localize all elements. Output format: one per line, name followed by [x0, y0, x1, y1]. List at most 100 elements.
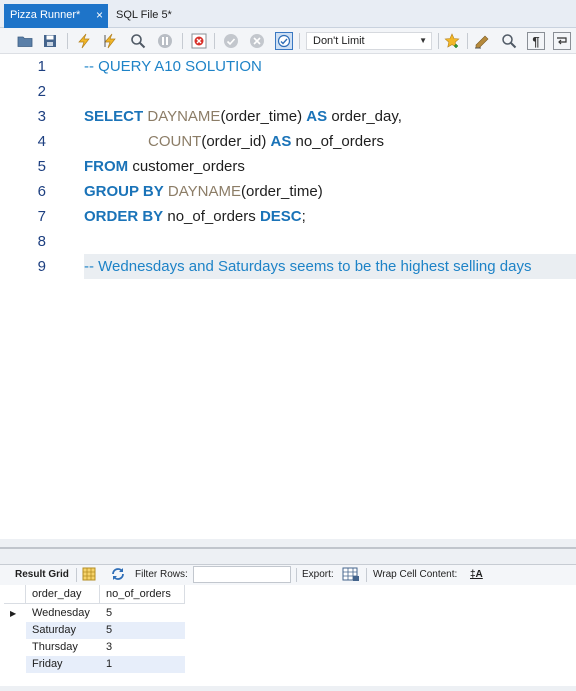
sql-comment: -- Wednesdays and Saturdays seems to be … — [84, 258, 532, 275]
rollback-icon[interactable] — [248, 32, 266, 50]
cell-order-day[interactable]: Friday — [32, 656, 63, 673]
sql-text: order_day, — [331, 108, 402, 125]
toggle-error-icon[interactable] — [190, 32, 208, 50]
line-number: 6 — [37, 183, 46, 200]
limit-value: Don't Limit — [313, 35, 365, 47]
wrap-cell-label: Wrap Cell Content: — [373, 569, 458, 580]
filter-rows-label: Filter Rows: — [135, 569, 188, 580]
cell-no-of-orders[interactable]: 3 — [106, 639, 112, 656]
table-row[interactable]: Wednesday 5 — [26, 605, 185, 622]
cell-no-of-orders[interactable]: 5 — [106, 622, 112, 639]
sql-text: (order_time) — [241, 183, 323, 200]
toolbar-separator — [296, 568, 297, 582]
editor-tab-bar: Pizza Runner* × SQL File 5* — [0, 0, 576, 28]
cell-order-day[interactable]: Thursday — [32, 639, 78, 656]
close-icon[interactable]: × — [96, 4, 103, 26]
column-header-order-day[interactable]: order_day — [26, 585, 100, 604]
code-line-6: GROUP BY DAYNAME(order_time) — [84, 183, 323, 200]
filter-rows-input[interactable] — [193, 566, 291, 583]
row-header-corner — [4, 585, 26, 604]
line-number: 8 — [37, 233, 46, 250]
grid-view-icon[interactable] — [82, 567, 96, 586]
line-number: 7 — [37, 208, 46, 225]
result-toolbar: Result Grid Filter Rows: Export: Wrap Ce… — [0, 565, 576, 585]
result-grid[interactable]: order_day no_of_orders Wednesday 5 ▶ Sat… — [4, 585, 576, 691]
execute-current-icon[interactable] — [102, 32, 120, 50]
table-row[interactable]: Friday 1 — [26, 656, 185, 673]
code-line-9: -- Wednesdays and Saturdays seems to be … — [84, 258, 531, 275]
panel-splitter[interactable] — [0, 539, 576, 565]
dropdown-arrow-icon: ▼ — [419, 36, 427, 45]
find-icon[interactable] — [500, 32, 518, 50]
stop-icon[interactable] — [156, 32, 174, 50]
code-line-5: FROM customer_orders — [84, 158, 245, 175]
sql-text: (order_id) — [201, 133, 267, 150]
current-row-arrow-icon: ▶ — [10, 609, 17, 618]
line-number: 2 — [37, 83, 46, 100]
toolbar-separator — [467, 33, 468, 49]
limit-rows-select[interactable]: Don't Limit ▼ — [306, 32, 432, 50]
commit-icon[interactable] — [222, 32, 240, 50]
sql-keyword: GROUP BY — [84, 183, 164, 200]
cell-order-day[interactable]: Wednesday — [32, 605, 90, 622]
sql-text: no_of_orders — [295, 133, 384, 150]
refresh-icon[interactable] — [110, 567, 126, 586]
wrap-cell-icon[interactable]: ‡A — [470, 568, 483, 582]
sql-text: ; — [301, 208, 306, 225]
sql-keyword: FROM — [84, 158, 129, 175]
editor-toolbar: Don't Limit ▼ ¶ — [0, 28, 576, 54]
explain-icon[interactable] — [129, 32, 147, 50]
sql-function: DAYNAME — [167, 183, 241, 200]
line-number-gutter: 1 2 3 4 5 6 7 8 9 — [0, 54, 60, 539]
column-header-no-of-orders[interactable]: no_of_orders — [100, 585, 185, 604]
add-snippet-icon[interactable] — [443, 32, 461, 50]
execute-icon[interactable] — [75, 32, 93, 50]
beautify-icon[interactable] — [473, 32, 491, 50]
sql-function: COUNT — [148, 133, 202, 150]
line-number: 3 — [37, 108, 46, 125]
invisible-chars-icon[interactable]: ¶ — [527, 32, 545, 50]
splitter-handle[interactable] — [0, 547, 576, 549]
toolbar-separator — [182, 33, 183, 49]
toolbar-separator — [67, 33, 68, 49]
sql-keyword: SELECT — [84, 108, 144, 125]
table-row[interactable]: Saturday 5 — [26, 622, 185, 639]
sql-function: DAYNAME — [147, 108, 221, 125]
tab-label: SQL File 5* — [116, 9, 172, 21]
cell-order-day[interactable]: Saturday — [32, 622, 76, 639]
sql-text: customer_orders — [132, 158, 245, 175]
save-icon[interactable] — [41, 32, 59, 50]
sql-keyword: AS — [306, 108, 328, 125]
open-folder-icon[interactable] — [16, 32, 34, 50]
line-number: 1 — [37, 58, 46, 75]
word-wrap-icon[interactable] — [553, 32, 571, 50]
toolbar-separator — [438, 33, 439, 49]
toolbar-separator — [299, 33, 300, 49]
toolbar-separator — [214, 33, 215, 49]
code-line-3: SELECT DAYNAME(order_time) AS order_day, — [84, 108, 402, 125]
line-number: 4 — [37, 133, 46, 150]
sql-keyword: ORDER BY — [84, 208, 164, 225]
sql-editor[interactable]: 1 2 3 4 5 6 7 8 9 -- QUERY A10 SOLUTION … — [0, 54, 576, 539]
tab-label: Pizza Runner* — [10, 9, 81, 21]
toolbar-separator — [76, 568, 77, 582]
tab-pizza-runner[interactable]: Pizza Runner* × — [4, 4, 108, 28]
result-grid-label[interactable]: Result Grid — [15, 568, 69, 582]
tab-sql-file-5[interactable]: SQL File 5* — [110, 4, 190, 28]
code-line-4: COUNT(order_id) AS no_of_orders — [148, 133, 384, 150]
line-number: 5 — [37, 158, 46, 175]
sql-keyword: DESC — [259, 208, 302, 225]
bottom-strip — [0, 686, 576, 691]
cell-no-of-orders[interactable]: 1 — [106, 656, 112, 673]
code-line-1: -- QUERY A10 SOLUTION — [84, 58, 262, 75]
export-icon[interactable] — [342, 567, 360, 587]
sql-text: (order_time) — [220, 108, 303, 125]
code-line-7: ORDER BY no_of_orders DESC; — [84, 208, 306, 225]
sql-keyword: AS — [270, 133, 292, 150]
table-row[interactable]: Thursday 3 — [26, 639, 185, 656]
sql-text: no_of_orders — [167, 208, 256, 225]
sql-comment: -- QUERY A10 SOLUTION — [84, 58, 262, 75]
line-number: 9 — [37, 258, 46, 275]
cell-no-of-orders[interactable]: 5 — [106, 605, 112, 622]
autocommit-toggle-icon[interactable] — [275, 32, 293, 50]
